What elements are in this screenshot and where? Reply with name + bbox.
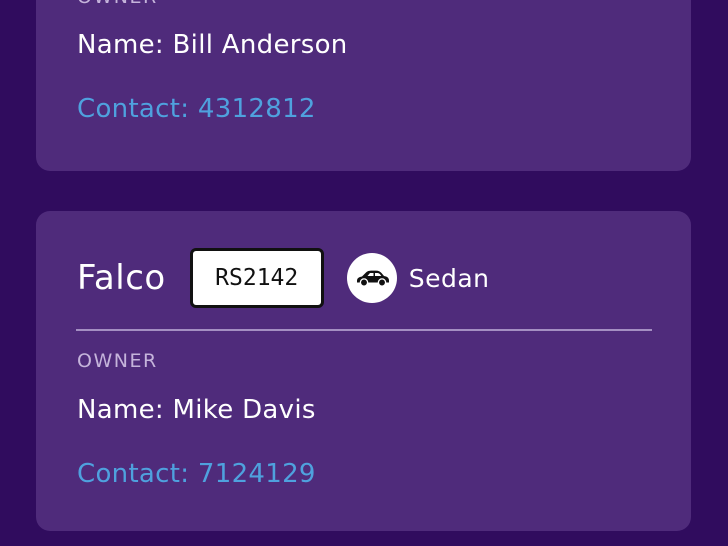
vehicle-card: OWNER Name: Bill Anderson Contact: 43128… <box>36 0 691 171</box>
owner-name: Name: Mike Davis <box>77 395 316 425</box>
car-icon <box>346 253 397 303</box>
license-plate: RS2142 <box>189 248 324 308</box>
vehicle-header: Falco RS2142 Sedan <box>77 248 490 308</box>
vehicle-card: Falco RS2142 Sedan OWNER Name: Mike Davi… <box>36 211 691 531</box>
divider <box>76 329 652 331</box>
owner-contact-link[interactable]: Contact: 4312812 <box>77 94 316 124</box>
owner-label: OWNER <box>77 350 158 372</box>
vehicle-type: Sedan <box>408 263 490 293</box>
owner-label: OWNER <box>77 0 158 8</box>
owner-contact-link[interactable]: Contact: 7124129 <box>77 459 316 489</box>
vehicle-model: Falco <box>77 258 166 298</box>
owner-name: Name: Bill Anderson <box>77 30 348 60</box>
